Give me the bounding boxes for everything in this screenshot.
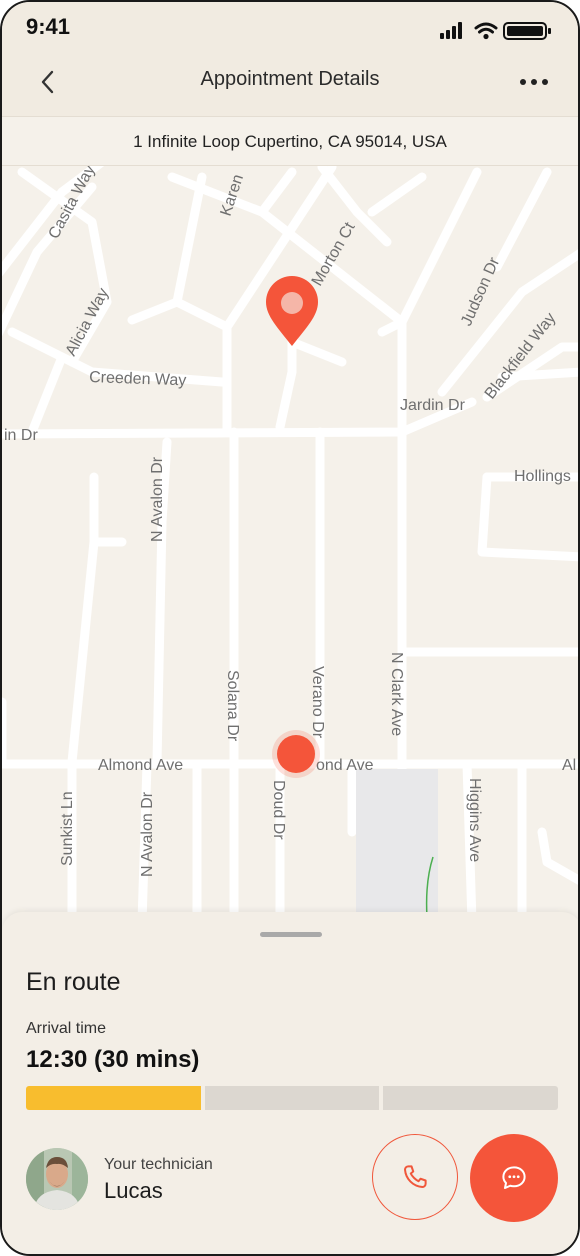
technician-avatar-image bbox=[26, 1148, 88, 1210]
phone-frame: 9:41 Appointment Details 1 Infinite Loop… bbox=[0, 0, 580, 1256]
street-label: Creeden Way bbox=[89, 369, 187, 389]
chat-bubble-icon bbox=[502, 1166, 526, 1189]
street-label: Alicia Way bbox=[63, 285, 113, 358]
progress-segment bbox=[383, 1086, 559, 1110]
phone-icon bbox=[404, 1165, 427, 1188]
progress-segment bbox=[204, 1086, 380, 1110]
page-title: Appointment Details bbox=[200, 68, 380, 90]
street-label: N Clark Ave bbox=[388, 652, 405, 736]
street-label: in Dr bbox=[4, 427, 38, 444]
technician-location-dot[interactable] bbox=[272, 730, 320, 778]
more-options-button[interactable] bbox=[516, 64, 552, 100]
battery-icon bbox=[503, 22, 551, 40]
progress-bar bbox=[26, 1086, 559, 1110]
technician-name: Lucas bbox=[104, 1178, 163, 1203]
street-label: Sunkist Ln bbox=[59, 791, 76, 866]
street-label: Hollings bbox=[514, 468, 571, 485]
status-time: 9:41 bbox=[26, 14, 71, 39]
status-icons bbox=[440, 22, 551, 40]
bottom-sheet: En route Arrival time 12:30 (30 mins) Yo… bbox=[2, 912, 578, 1254]
chat-button[interactable] bbox=[470, 1134, 558, 1222]
wifi-icon bbox=[474, 22, 498, 40]
street-label: Al bbox=[562, 757, 576, 774]
avatar[interactable] bbox=[26, 1148, 88, 1210]
sheet-drag-handle[interactable] bbox=[260, 932, 322, 937]
location-pin-icon[interactable] bbox=[266, 276, 318, 346]
status-bar: 9:41 bbox=[2, 2, 578, 54]
street-label: Higgins Ave bbox=[466, 778, 483, 862]
street-label: Jardin Dr bbox=[400, 397, 466, 414]
progress-segment bbox=[26, 1086, 201, 1110]
more-horizontal-icon bbox=[520, 79, 548, 85]
street-map: Casita Way Karen Morton Ct Alicia Way Cr… bbox=[2, 166, 578, 926]
street-label: ond Ave bbox=[316, 757, 374, 774]
appointment-status: En route bbox=[26, 968, 121, 996]
nav-bar: Appointment Details bbox=[2, 54, 578, 116]
address-text: 1 Infinite Loop Cupertino, CA 95014, USA bbox=[2, 116, 578, 166]
arrival-time-label: Arrival time bbox=[26, 1020, 107, 1037]
park-area bbox=[356, 769, 438, 926]
street-label: Verano Dr bbox=[309, 666, 326, 739]
street-label: Doud Dr bbox=[270, 780, 287, 840]
technician-label: Your technician bbox=[104, 1156, 213, 1173]
signal-icon bbox=[440, 22, 462, 39]
arrival-time-value: 12:30 (30 mins) bbox=[26, 1046, 200, 1073]
call-button[interactable] bbox=[372, 1134, 458, 1220]
street-label: N Avalon Dr bbox=[149, 456, 166, 542]
street-label: Almond Ave bbox=[98, 757, 183, 774]
street-label: N Avalon Dr bbox=[139, 791, 156, 877]
map-view[interactable]: Casita Way Karen Morton Ct Alicia Way Cr… bbox=[2, 166, 578, 926]
street-label: Solana Dr bbox=[224, 670, 241, 742]
